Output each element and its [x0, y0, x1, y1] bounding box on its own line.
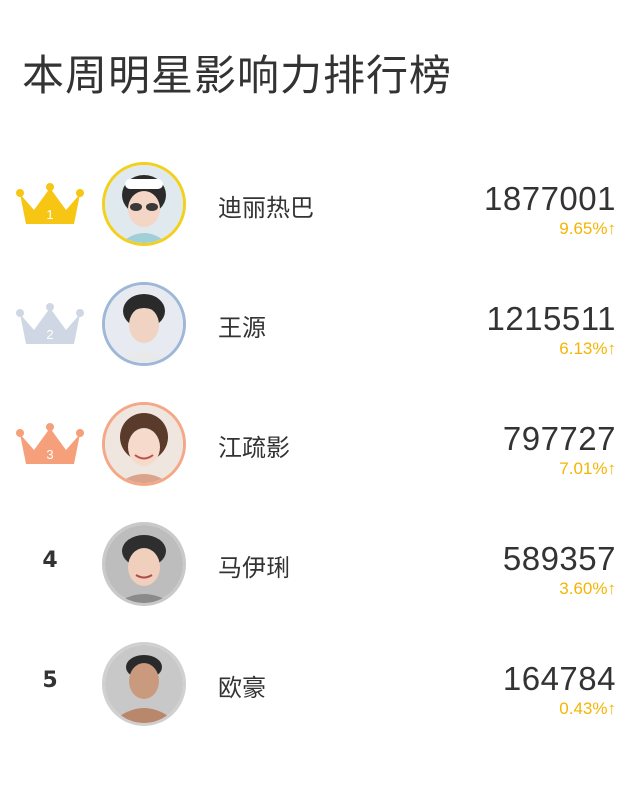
avatar[interactable]	[102, 282, 186, 366]
score-change: 0.43%↑	[559, 699, 616, 718]
score-change: 3.60%↑	[559, 579, 616, 598]
influence-score: 797727	[502, 420, 616, 457]
influence-score: 589357	[502, 540, 616, 577]
celebrity-name: 江疏影	[218, 434, 290, 462]
influence-score: 1877001	[484, 180, 616, 217]
crown-silver-icon: 2	[14, 300, 86, 350]
avatar[interactable]	[102, 642, 186, 726]
rank-number: 2	[46, 327, 53, 342]
score-change: 7.01%↑	[559, 459, 616, 478]
ranking-row[interactable]: 1 迪丽热巴 1877001 9.65%↑	[0, 162, 640, 252]
celebrity-name: 迪丽热巴	[218, 194, 314, 222]
rank-number: 3	[46, 447, 53, 462]
avatar[interactable]	[102, 162, 186, 246]
rank-number: 5	[42, 668, 58, 693]
influence-score: 164784	[502, 660, 616, 697]
avatar[interactable]	[102, 522, 186, 606]
rank-number: 4	[42, 548, 58, 573]
crown-gold-icon: 1	[14, 180, 86, 230]
page-title: 本周明星影响力排行榜	[22, 51, 453, 100]
influence-score: 1215511	[486, 300, 616, 337]
celebrity-name: 王源	[218, 314, 266, 342]
celebrity-name: 马伊琍	[218, 554, 290, 582]
ranking-row[interactable]: 3 江疏影 797727 7.01%↑	[0, 402, 640, 492]
ranking-row[interactable]: 4 马伊琍 589357 3.60%↑	[0, 522, 640, 612]
ranking-row[interactable]: 2 王源 1215511 6.13%↑	[0, 282, 640, 372]
avatar[interactable]	[102, 402, 186, 486]
score-change: 6.13%↑	[559, 339, 616, 358]
ranking-row[interactable]: 5 欧豪 164784 0.43%↑	[0, 642, 640, 732]
crown-bronze-icon: 3	[14, 420, 86, 470]
score-change: 9.65%↑	[559, 219, 616, 238]
celebrity-name: 欧豪	[218, 674, 266, 702]
rank-number: 1	[46, 207, 53, 222]
